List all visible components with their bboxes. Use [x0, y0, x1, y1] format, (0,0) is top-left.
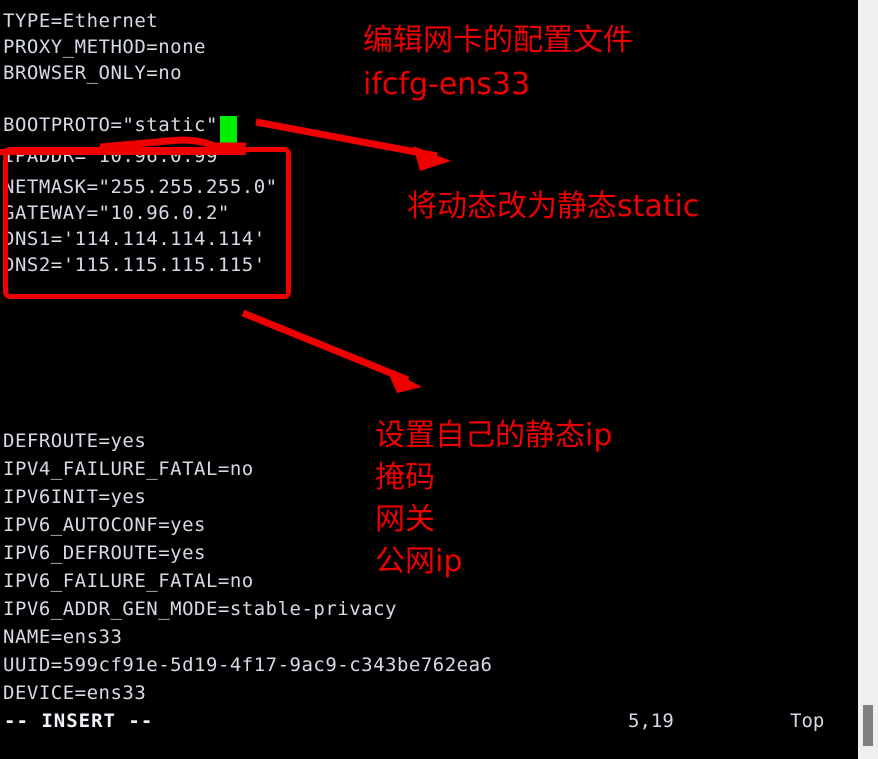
config-line: PROXY_METHOD=none [3, 36, 206, 58]
config-line: IPV6_FAILURE_FATAL=no [3, 570, 254, 592]
scroll-position-indicator: Top [790, 710, 825, 732]
config-line: IPV6_ADDR_GEN_MODE=stable-privacy [3, 598, 397, 620]
config-line-dns1: DNS1='114.114.114.114' [3, 228, 266, 250]
cursor-position-indicator: 5,19 [628, 710, 674, 732]
config-line-dns2: DNS2='115.115.115.115' [3, 254, 266, 276]
vertical-scrollbar-thumb[interactable] [863, 705, 873, 746]
vertical-scrollbar-track[interactable] [858, 0, 878, 759]
terminal-text-area[interactable]: TYPE=Ethernet PROXY_METHOD=none BROWSER_… [0, 0, 858, 759]
config-line-ipaddr: IPADDR="10.96.0.99" [3, 145, 230, 167]
vim-status-line: -- INSERT -- 5,19 Top [0, 706, 858, 736]
config-line: IPV6_DEFROUTE=yes [3, 542, 206, 564]
config-line-uuid: UUID=599cf91e-5d19-4f17-9ac9-c343be762ea… [3, 654, 493, 676]
config-line-bootproto: BOOTPROTO="static" [3, 114, 218, 136]
config-line-gateway: GATEWAY="10.96.0.2" [3, 202, 230, 224]
vim-cursor-block [220, 116, 237, 146]
config-line-device: DEVICE=ens33 [3, 682, 147, 704]
config-line: IPV6_AUTOCONF=yes [3, 514, 206, 536]
vim-terminal-screenshot: TYPE=Ethernet PROXY_METHOD=none BROWSER_… [0, 0, 878, 759]
config-line: TYPE=Ethernet [3, 10, 159, 32]
config-line: IPV6INIT=yes [3, 486, 147, 508]
config-line: BROWSER_ONLY=no [3, 62, 183, 84]
config-line: DEFROUTE=yes [3, 430, 147, 452]
config-line-name: NAME=ens33 [3, 626, 123, 648]
config-line-netmask: NETMASK="255.255.255.0" [3, 176, 278, 198]
insert-mode-indicator: -- INSERT -- [4, 710, 154, 732]
config-line: IPV4_FAILURE_FATAL=no [3, 458, 254, 480]
